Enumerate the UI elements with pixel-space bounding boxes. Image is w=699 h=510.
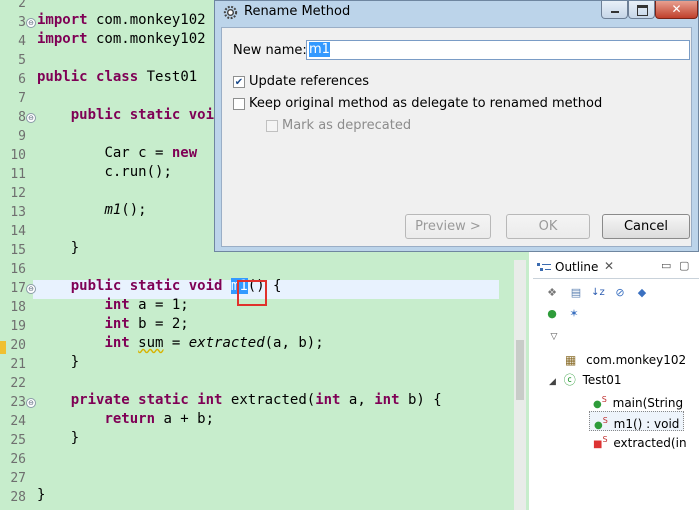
line-number: 9 (18, 129, 26, 144)
line-number: 8 (18, 110, 26, 125)
line-number: 3 (18, 15, 26, 30)
line-number: 18 (10, 300, 26, 315)
line-number: 15 (10, 243, 26, 258)
tree-item-import[interactable]: ▦ com.monkey102 (565, 351, 686, 369)
new-name-label: New name: (233, 43, 307, 58)
fold-toggle-icon[interactable]: ⊖ (26, 113, 36, 123)
vertical-scrollbar[interactable] (514, 260, 526, 510)
keep-original-label: Keep original method as delegate to rena… (249, 96, 603, 111)
class-icon: ⓒ (563, 373, 576, 387)
tree-item-method-main[interactable]: ●S main(String (593, 391, 683, 410)
ok-button[interactable]: OK (506, 214, 590, 239)
keep-original-checkbox[interactable] (233, 98, 245, 110)
tree-item-method-m1[interactable]: ●S m1() : void (589, 411, 685, 431)
line-number: 21 (10, 357, 26, 372)
public-filter-icon[interactable]: ● (545, 307, 559, 321)
view-menu-chevron-down-icon[interactable]: ▽ (547, 330, 561, 344)
line-number: 10 (10, 148, 26, 163)
line-number: 17 (10, 281, 26, 296)
scrollbar-thumb[interactable] (516, 340, 524, 400)
code-line-18: int a = 1; (104, 297, 189, 313)
outline-tab-label: Outline (555, 260, 599, 274)
update-references-label: Update references (249, 74, 370, 89)
maximize-button[interactable] (628, 1, 655, 19)
line-number: 2 (18, 0, 26, 11)
code-line-24: return a + b; (104, 411, 215, 427)
minimize-button[interactable] (601, 1, 628, 19)
outline-view: Outline ✕ ▭ ▢ ❖ ▤ ↓z ⊘ ◆ ● ✶ ▽ ▦ com.mon… (533, 258, 699, 510)
maximize-view-icon[interactable]: ▢ (679, 259, 689, 272)
code-line-6: public class Test01 (37, 69, 198, 85)
warning-marker-icon (0, 341, 6, 354)
code-line-10: Car c = new (104, 145, 198, 161)
line-number: 25 (10, 433, 26, 448)
imports-icon: ▦ (565, 353, 577, 367)
code-line-25: } (70, 430, 80, 446)
dialog-title: Rename Method (244, 4, 351, 19)
public-method-icon: ● (594, 420, 603, 431)
line-number: 16 (10, 262, 26, 277)
minimize-view-icon[interactable]: ▭ (661, 259, 671, 272)
tree-item-method-extracted[interactable]: ■S extracted(in (593, 431, 687, 450)
code-line-20: int sum = extracted(a, b); (104, 335, 324, 351)
hide-static-icon[interactable]: ⊘ (613, 286, 627, 300)
close-button[interactable]: ✕ (655, 1, 698, 19)
line-number: 19 (10, 319, 26, 334)
line-number: 27 (10, 471, 26, 486)
line-number: 14 (10, 224, 26, 239)
line-number: 12 (10, 186, 26, 201)
inline-rename-highlight-box (237, 280, 267, 306)
hide-nonpublic-icon[interactable]: ◆ (635, 286, 649, 300)
outline-tab[interactable]: Outline ✕ ▭ ▢ (533, 258, 699, 279)
close-icon: ✕ (671, 2, 682, 16)
code-line-28: } (37, 487, 46, 503)
dialog-body: New name: m1 ✔ Update references Keep or… (221, 27, 692, 247)
update-references-checkbox[interactable]: ✔ (233, 76, 245, 88)
code-line-19: int b = 2; (104, 316, 189, 332)
local-types-icon[interactable]: ✶ (567, 307, 581, 321)
dialog-titlebar[interactable]: Rename Method ✕ (215, 1, 698, 25)
cancel-button[interactable]: Cancel (602, 214, 690, 239)
gear-icon (223, 5, 238, 20)
line-number: 22 (10, 376, 26, 391)
mark-deprecated-checkbox[interactable] (266, 120, 278, 132)
line-number: 28 (10, 490, 26, 505)
expand-arrow-icon[interactable]: ◢ (549, 377, 556, 387)
code-line-8: public static void (70, 107, 223, 123)
line-number: 24 (10, 414, 26, 429)
outline-icon (537, 263, 551, 271)
line-number: 7 (18, 91, 26, 106)
line-number: 5 (18, 53, 26, 68)
tree-item-class[interactable]: ◢ ⓒ Test01 (549, 371, 622, 389)
mark-deprecated-label: Mark as deprecated (282, 118, 412, 133)
maximize-icon (637, 5, 648, 16)
line-number: 26 (10, 452, 26, 467)
code-line-21: } (70, 354, 80, 370)
rename-method-dialog: Rename Method ✕ New name: m1 ✔ Update re… (214, 0, 699, 252)
line-number: 11 (10, 167, 26, 182)
close-tab-icon[interactable]: ✕ (604, 259, 614, 273)
public-method-icon: ● (593, 399, 602, 410)
collapse-all-icon[interactable]: ❖ (545, 286, 559, 300)
hide-fields-icon[interactable]: ▤ (569, 286, 583, 300)
line-number: 6 (18, 72, 26, 87)
preview-button[interactable]: Preview > (405, 214, 491, 239)
new-name-input[interactable]: m1 (306, 40, 690, 60)
fold-toggle-icon[interactable]: ⊖ (26, 284, 36, 294)
sort-icon[interactable]: ↓z (591, 286, 605, 300)
code-line-13: m1(); (104, 202, 147, 218)
code-line-11: c.run(); (104, 164, 172, 180)
line-number: 13 (10, 205, 26, 220)
minimize-icon (611, 11, 619, 13)
line-number: 23 (10, 395, 26, 410)
code-line-23: private static int extracted(int a, int … (70, 392, 442, 408)
line-number: 4 (18, 34, 26, 49)
code-line-3: import com.monkey102 (37, 12, 206, 28)
code-line-4: import com.monkey102 (37, 31, 206, 47)
code-line-15: } (70, 240, 80, 256)
fold-toggle-icon[interactable]: ⊖ (26, 18, 36, 28)
fold-toggle-icon[interactable]: ⊖ (26, 398, 36, 408)
